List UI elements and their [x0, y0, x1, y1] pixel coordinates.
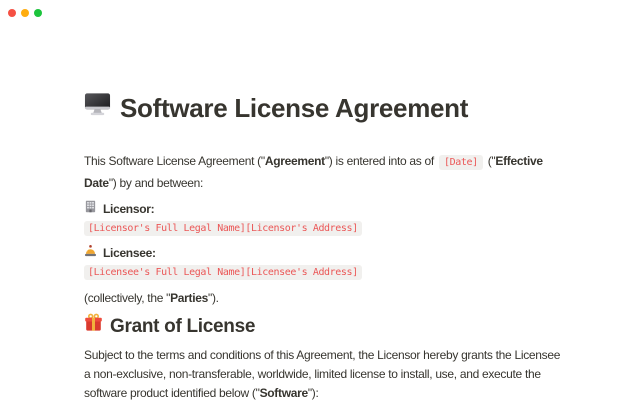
licensor-label: Licensor:: [103, 201, 154, 217]
grant-heading: Grant of License: [84, 313, 568, 339]
licensor-code-placeholder: [Licensor's Full Legal Name][Licensor's …: [84, 221, 362, 236]
bellhop-bell-icon: [84, 244, 97, 261]
licensee-code-placeholder: [Licensee's Full Legal Name][Licensee's …: [84, 265, 362, 280]
gift-icon: [84, 313, 103, 339]
licensee-code-line: [Licensee's Full Legal Name][Licensee's …: [84, 263, 568, 281]
licensee-label-row: Licensee:: [84, 244, 568, 261]
grant-heading-text: Grant of License: [110, 314, 255, 339]
zoom-button[interactable]: [34, 9, 42, 17]
grant-paragraph: Subject to the terms and conditions of t…: [84, 346, 568, 400]
agreement-term: Agreement: [265, 154, 325, 168]
document-content: Software License Agreement This Software…: [84, 90, 568, 400]
office-building-icon: [84, 200, 97, 217]
licensor-code-line: [Licensor's Full Legal Name][Licensor's …: [84, 219, 568, 237]
licensor-label-row: Licensor:: [84, 200, 568, 217]
intro-paragraph: This Software License Agreement ("Agreem…: [84, 151, 568, 193]
date-code-placeholder: [Date]: [439, 155, 483, 170]
parties-term: Parties: [170, 291, 208, 305]
minimize-button[interactable]: [21, 9, 29, 17]
licensee-label: Licensee:: [103, 245, 156, 261]
window: Software License Agreement This Software…: [0, 0, 640, 400]
desktop-computer-icon: [84, 90, 111, 125]
page-title: Software License Agreement: [84, 90, 568, 125]
traffic-lights: [8, 9, 42, 17]
page-title-text: Software License Agreement: [120, 91, 468, 125]
software-term: Software: [260, 386, 308, 400]
parties-note: (collectively, the "Parties").: [84, 290, 568, 306]
close-button[interactable]: [8, 9, 16, 17]
